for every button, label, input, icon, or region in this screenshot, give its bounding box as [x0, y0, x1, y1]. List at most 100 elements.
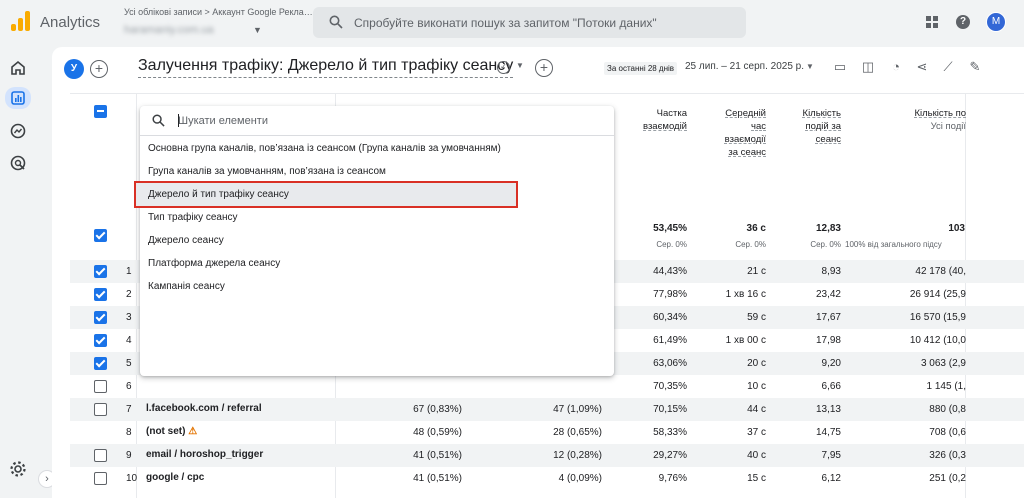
- warning-icon[interactable]: ⚠: [188, 426, 197, 437]
- apps-grid-icon[interactable]: [926, 16, 938, 28]
- compare-icon[interactable]: ◫: [860, 59, 876, 75]
- cell-engagement-rate: 29,27%: [653, 450, 687, 461]
- total-events-per-session-sub: Сер. 0%: [810, 240, 841, 249]
- cell-engagement-rate: 61,49%: [653, 335, 687, 346]
- cell-events-per-session: 6,12: [821, 473, 841, 484]
- date-range[interactable]: 25 лип. – 21 серп. 2025 р.: [685, 61, 804, 72]
- row-checkbox[interactable]: [94, 265, 107, 278]
- segment-badge[interactable]: У: [64, 59, 84, 79]
- share-icon[interactable]: ⋖: [914, 59, 930, 75]
- cell-events: 26 914 (25,9: [909, 289, 966, 300]
- col-header-events-per-session[interactable]: Кількість подій за сеанс: [771, 107, 841, 146]
- cell-avg-time: 37 с: [747, 427, 766, 438]
- total-events-sub: 100% від загального підсу: [845, 240, 942, 249]
- row-dimension[interactable]: email / horoshop_trigger: [146, 449, 263, 460]
- row-checkbox[interactable]: [94, 403, 107, 416]
- cell-engagement-rate: 70,35%: [653, 381, 687, 392]
- table-row[interactable]: 8 (not set) ⚠ 48 (0,59%) 28 (0,65%) 58,33% 37…: [70, 421, 1024, 444]
- total-engagement-rate: 53,45%: [653, 223, 687, 234]
- dropdown-item[interactable]: Платформа джерела сеансу: [140, 252, 614, 275]
- report-panel: У + Залучення трафіку: Джерело й тип тра…: [52, 47, 1024, 498]
- cell-metric-1: 67 (0,83%): [413, 404, 462, 415]
- cell-events-per-session: 6,66: [821, 381, 841, 392]
- account-dropdown-icon[interactable]: ▼: [253, 25, 262, 35]
- advertising-icon[interactable]: [8, 153, 28, 173]
- cell-events-per-session: 14,75: [815, 427, 841, 438]
- title-dropdown-icon[interactable]: ▼: [516, 61, 524, 70]
- total-avg-time: 36 с: [746, 223, 766, 234]
- row-checkbox[interactable]: [94, 380, 107, 393]
- row-number: 6: [126, 381, 132, 392]
- totals-checkbox[interactable]: [94, 229, 107, 242]
- left-nav-rail: [0, 44, 36, 498]
- reports-nav-item[interactable]: [5, 87, 31, 109]
- trend-sparkle-icon[interactable]: ⟋: [940, 59, 956, 75]
- cell-engagement-rate: 70,15%: [653, 404, 687, 415]
- breadcrumb[interactable]: Усі облікові записи > Аккаунт Google Рек…: [124, 7, 313, 17]
- row-dimension[interactable]: l.facebook.com / referral: [146, 403, 262, 414]
- cell-events: 16 570 (15,9: [909, 312, 966, 323]
- reports-icon: [11, 91, 25, 105]
- row-dimension[interactable]: (not set) ⚠: [146, 426, 197, 437]
- help-icon[interactable]: ?: [956, 15, 970, 29]
- global-search[interactable]: Спробуйте виконати пошук за запитом "Пот…: [313, 7, 746, 38]
- cell-metric-2: 12 (0,28%): [553, 450, 602, 461]
- total-events-per-session: 12,83: [815, 223, 841, 234]
- add-comparison-plus-icon[interactable]: +: [90, 60, 108, 78]
- app-name[interactable]: Analytics: [40, 14, 100, 31]
- cell-events: 251 (0,2: [929, 473, 966, 484]
- cell-metric-2: 4 (0,09%): [558, 473, 602, 484]
- table-row[interactable]: 10 google / cpc 41 (0,51%) 4 (0,09%) 9,76% 15…: [70, 467, 1024, 490]
- table-row[interactable]: 9 email / horoshop_trigger 41 (0,51%) 12 (0…: [70, 444, 1024, 467]
- dropdown-item-selected[interactable]: Джерело й тип трафіку сеансу: [134, 181, 518, 208]
- cell-avg-time: 10 с: [747, 381, 766, 392]
- row-checkbox[interactable]: [94, 311, 107, 324]
- col-header-avg-time[interactable]: Середній час взаємодії за сеанс: [696, 107, 766, 159]
- row-checkbox[interactable]: [94, 334, 107, 347]
- home-icon[interactable]: [8, 58, 28, 78]
- cell-avg-time: 21 с: [747, 266, 766, 277]
- table-row[interactable]: 6 70,35% 10 с 6,66 1 145 (1,: [70, 375, 1024, 398]
- cell-events-per-session: 8,93: [821, 266, 841, 277]
- add-card-plus-icon[interactable]: +: [535, 59, 553, 77]
- row-checkbox[interactable]: [94, 449, 107, 462]
- insights-icon[interactable]: ◔: [888, 59, 904, 75]
- report-status-check-icon[interactable]: ✓: [497, 61, 510, 74]
- date-preset-label[interactable]: За останні 28 днів: [604, 62, 678, 75]
- analytics-logo[interactable]: [11, 11, 31, 31]
- row-checkbox[interactable]: [94, 472, 107, 485]
- header-divider: [70, 93, 1024, 94]
- settings-gear-icon[interactable]: [8, 459, 28, 479]
- date-dropdown-icon[interactable]: ▼: [806, 62, 814, 71]
- row-number: 2: [126, 289, 132, 300]
- dimension-dropdown: Основна група каналів, пов’язана із сеан…: [134, 106, 614, 376]
- dropdown-item[interactable]: Тип трафіку сеансу: [140, 206, 614, 229]
- row-checkbox[interactable]: [94, 288, 107, 301]
- row-number: 3: [126, 312, 132, 323]
- edit-pencil-icon[interactable]: ✎: [967, 59, 983, 75]
- cell-engagement-rate: 60,34%: [653, 312, 687, 323]
- total-avg-time-sub: Сер. 0%: [735, 240, 766, 249]
- select-all-checkbox[interactable]: [94, 105, 107, 118]
- cell-events: 1 145 (1,: [926, 381, 966, 392]
- row-checkbox[interactable]: [94, 357, 107, 370]
- cell-metric-1: 41 (0,51%): [413, 473, 462, 484]
- cell-metric-2: 28 (0,65%): [553, 427, 602, 438]
- explore-icon[interactable]: [8, 121, 28, 141]
- page-title[interactable]: Залучення трафіку: Джерело й тип трафіку…: [138, 57, 514, 78]
- avatar[interactable]: M: [986, 12, 1006, 32]
- dropdown-item[interactable]: Джерело сеансу: [140, 229, 614, 252]
- table-row[interactable]: 7 l.facebook.com / referral 67 (0,83%) 47 (…: [70, 398, 1024, 421]
- col-header-events[interactable]: Кількість по Усі події: [870, 107, 966, 133]
- cell-engagement-rate: 77,98%: [653, 289, 687, 300]
- cell-events-per-session: 17,67: [815, 312, 841, 323]
- customize-report-icon[interactable]: ▭: [832, 59, 848, 75]
- row-dimension[interactable]: google / cpc: [146, 472, 204, 483]
- col-header-engagement-rate[interactable]: Частка взаємодій: [615, 107, 687, 133]
- dropdown-search-input[interactable]: [178, 112, 598, 130]
- account-name[interactable]: haramaniy.com.ua: [124, 24, 214, 36]
- dropdown-item[interactable]: Кампанія сеансу: [140, 275, 614, 298]
- dropdown-item[interactable]: Група каналів за умовчанням, пов’язана і…: [140, 160, 614, 183]
- cell-avg-time: 1 хв 16 с: [725, 289, 766, 300]
- dropdown-item[interactable]: Основна група каналів, пов’язана із сеан…: [140, 137, 614, 160]
